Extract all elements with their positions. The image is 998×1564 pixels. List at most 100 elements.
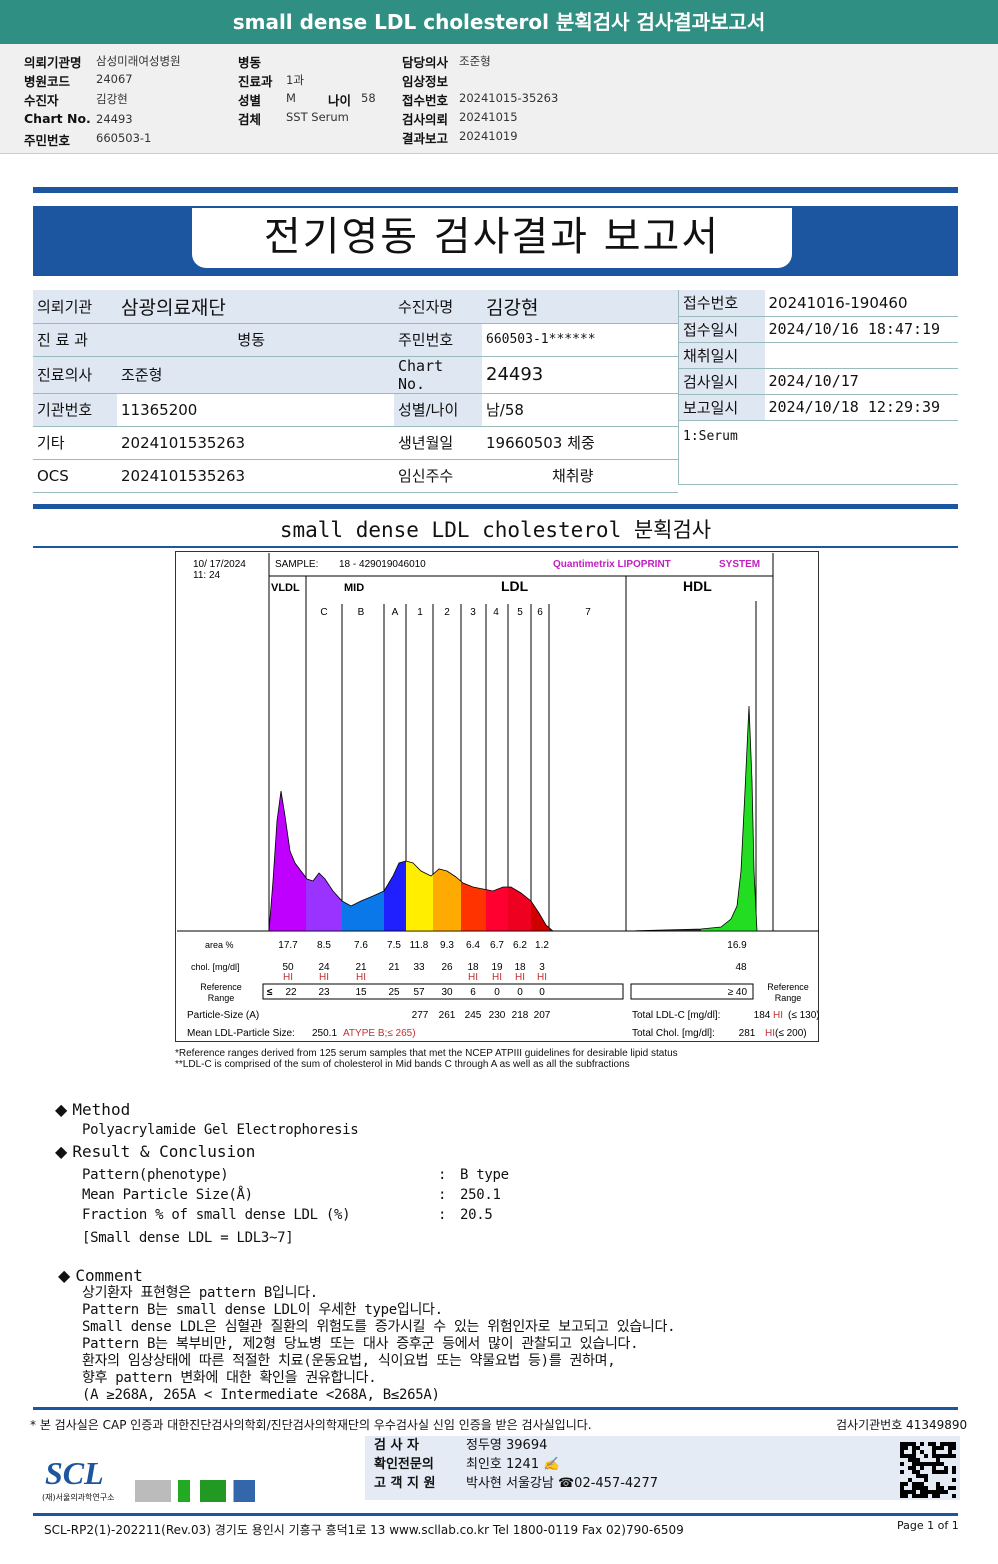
area-value: 7.5: [387, 940, 401, 951]
patient-info-table: 의뢰기관 삼광의료재단 수진자명 김강현 진 료 과 병동 주민번호 660503-1***…: [33, 290, 678, 493]
header-label: 담당의사: [402, 55, 449, 70]
comment-title: Comment: [75, 1266, 143, 1285]
label: 생년월일: [394, 426, 482, 460]
institution: 삼광의료재단: [117, 290, 394, 324]
area-value: 8.5: [317, 940, 331, 951]
ref-label: Reference: [767, 982, 809, 992]
label: 기관번호: [33, 393, 117, 427]
total-chol-label: Total Chol. [mg/dl]:: [632, 1028, 715, 1039]
hi-flag: HI: [515, 972, 525, 983]
label: 검사일시: [678, 368, 765, 395]
hi-flag: HI: [468, 972, 478, 983]
particle-size: 207: [534, 1010, 551, 1021]
hi-flag: HI: [773, 1010, 783, 1021]
header-label: 성별: [238, 93, 262, 108]
area-value: 1.2: [535, 940, 549, 951]
header-value: SST Serum: [286, 110, 349, 124]
scl-logo-sub: (재)서울의과학연구소: [42, 1493, 115, 1502]
hi-flag: HI: [283, 972, 293, 983]
ref-hdl: ≥ 40: [728, 987, 748, 998]
header-value: 24067: [96, 72, 133, 86]
band-label-A: A: [392, 607, 399, 618]
footnote: *Reference ranges derived from 125 serum…: [175, 1048, 678, 1059]
particle-size: 218: [512, 1010, 529, 1021]
header-label: 병동: [238, 55, 262, 70]
header-value: 김강현: [96, 92, 128, 106]
header-label: Chart No.: [24, 111, 91, 126]
area-value: 7.6: [354, 940, 368, 951]
label: 기타: [33, 426, 117, 460]
total-chol-ref: (≤ 200): [775, 1028, 807, 1039]
ref-label: Range: [775, 993, 802, 1003]
result-note: [Small dense LDL = LDL3~7]: [82, 1230, 294, 1246]
band-fill: [701, 706, 757, 931]
tester: 정두영 39694: [466, 1438, 548, 1453]
birth-date: 19660503: [486, 434, 563, 452]
result-title: Result & Conclusion: [72, 1142, 256, 1161]
group-hdl: HDL: [683, 578, 712, 594]
certification-note: * 본 검사실은 CAP 인증과 대한진단검사의학회/진단검사의학재단의 우수검…: [30, 1418, 592, 1432]
ocs: 2024101535263: [117, 459, 394, 493]
label: 보고일시: [678, 394, 765, 421]
report-date: 2024/10/18 12:29:39: [764, 394, 958, 421]
sample-label: SAMPLE:: [275, 559, 318, 570]
area-value: 11.8: [410, 940, 429, 951]
age: 58: [361, 91, 376, 105]
comment-line: Pattern B는 small dense LDL이 우세한 type입니다.: [82, 1302, 443, 1318]
chol-value: 21: [388, 962, 400, 973]
lab-number: 검사기관번호 41349890: [836, 1418, 968, 1432]
result-row: Fraction % of small dense LDL (%):20.5: [82, 1207, 493, 1223]
header-value: M: [286, 91, 296, 105]
chol-value: 26: [441, 962, 453, 973]
area-value: 6.2: [513, 940, 527, 951]
band-label-C: C: [320, 607, 327, 618]
result-value: 250.1: [460, 1187, 501, 1203]
band-fill: [269, 706, 306, 931]
group-mid: MID: [344, 582, 364, 594]
ref-value: 6: [470, 987, 476, 998]
chol-hdl: 48: [735, 962, 747, 973]
brand-logo: Quantimetrix LIPOPRINT: [553, 559, 671, 570]
header-value: 20241015: [459, 110, 518, 124]
method-title: Method: [72, 1100, 131, 1119]
accreditation-logos: [135, 1480, 255, 1502]
hi-flag: HI: [765, 1028, 775, 1039]
header-value: 20241015-35263: [459, 91, 559, 105]
ref-value: 57: [413, 987, 425, 998]
label: 검 사 자: [374, 1438, 419, 1453]
mean-type: ATYPE B;≤ 265): [343, 1028, 416, 1039]
header-label: 접수번호: [402, 93, 449, 108]
header-value: 20241019: [459, 129, 518, 143]
ref-value: 0: [539, 987, 545, 998]
group-vldl: VLDL: [271, 582, 300, 594]
page-number: Page 1 of 1: [897, 1519, 959, 1532]
area-value: 6.7: [490, 940, 504, 951]
label: 체중: [567, 434, 595, 452]
comment-line: (A ≥268A, 265A < Intermediate <268A, B≤2…: [82, 1387, 440, 1403]
collect-date: [764, 342, 958, 369]
particle-size: 261: [439, 1010, 456, 1021]
ref-value: 0: [517, 987, 523, 998]
header-label: 의뢰기관명: [24, 55, 82, 70]
size-label: Particle-Size (A): [187, 1010, 259, 1021]
header-label: 검사의뢰: [402, 112, 449, 127]
band-label-3: 3: [470, 607, 476, 618]
patient-name: 김강현: [482, 290, 678, 324]
footer-address: SCL-RP2(1)-202211(Rev.03) 경기도 용인시 기흥구 흥덕…: [44, 1523, 684, 1537]
header-label: 임상정보: [402, 74, 449, 89]
area-value: 9.3: [440, 940, 454, 951]
header-label: 결과보고: [402, 131, 449, 146]
total-ldl: 184: [754, 1010, 771, 1021]
result-value: B type: [460, 1167, 509, 1183]
result-key: Mean Particle Size(Å): [82, 1187, 253, 1203]
ref-value: 30: [441, 987, 453, 998]
institution-code: 11365200: [117, 393, 394, 427]
label: Chart No.: [394, 356, 482, 394]
total-chol: 281: [739, 1028, 756, 1039]
band-label-1: 1: [417, 607, 423, 618]
receipt-no: 20241016-190460: [764, 290, 958, 317]
mean-label: Mean LDL-Particle Size:: [187, 1028, 295, 1039]
test-date: 2024/10/17: [764, 368, 958, 395]
request-header: 의뢰기관명 삼성미래여성병원 병원코드 24067 수진자 김강현 Chart No. 244…: [0, 44, 998, 154]
comment-line: Pattern B는 복부비만, 제2형 당뇨병 또는 대사 증후군 등에서 많…: [82, 1336, 639, 1352]
